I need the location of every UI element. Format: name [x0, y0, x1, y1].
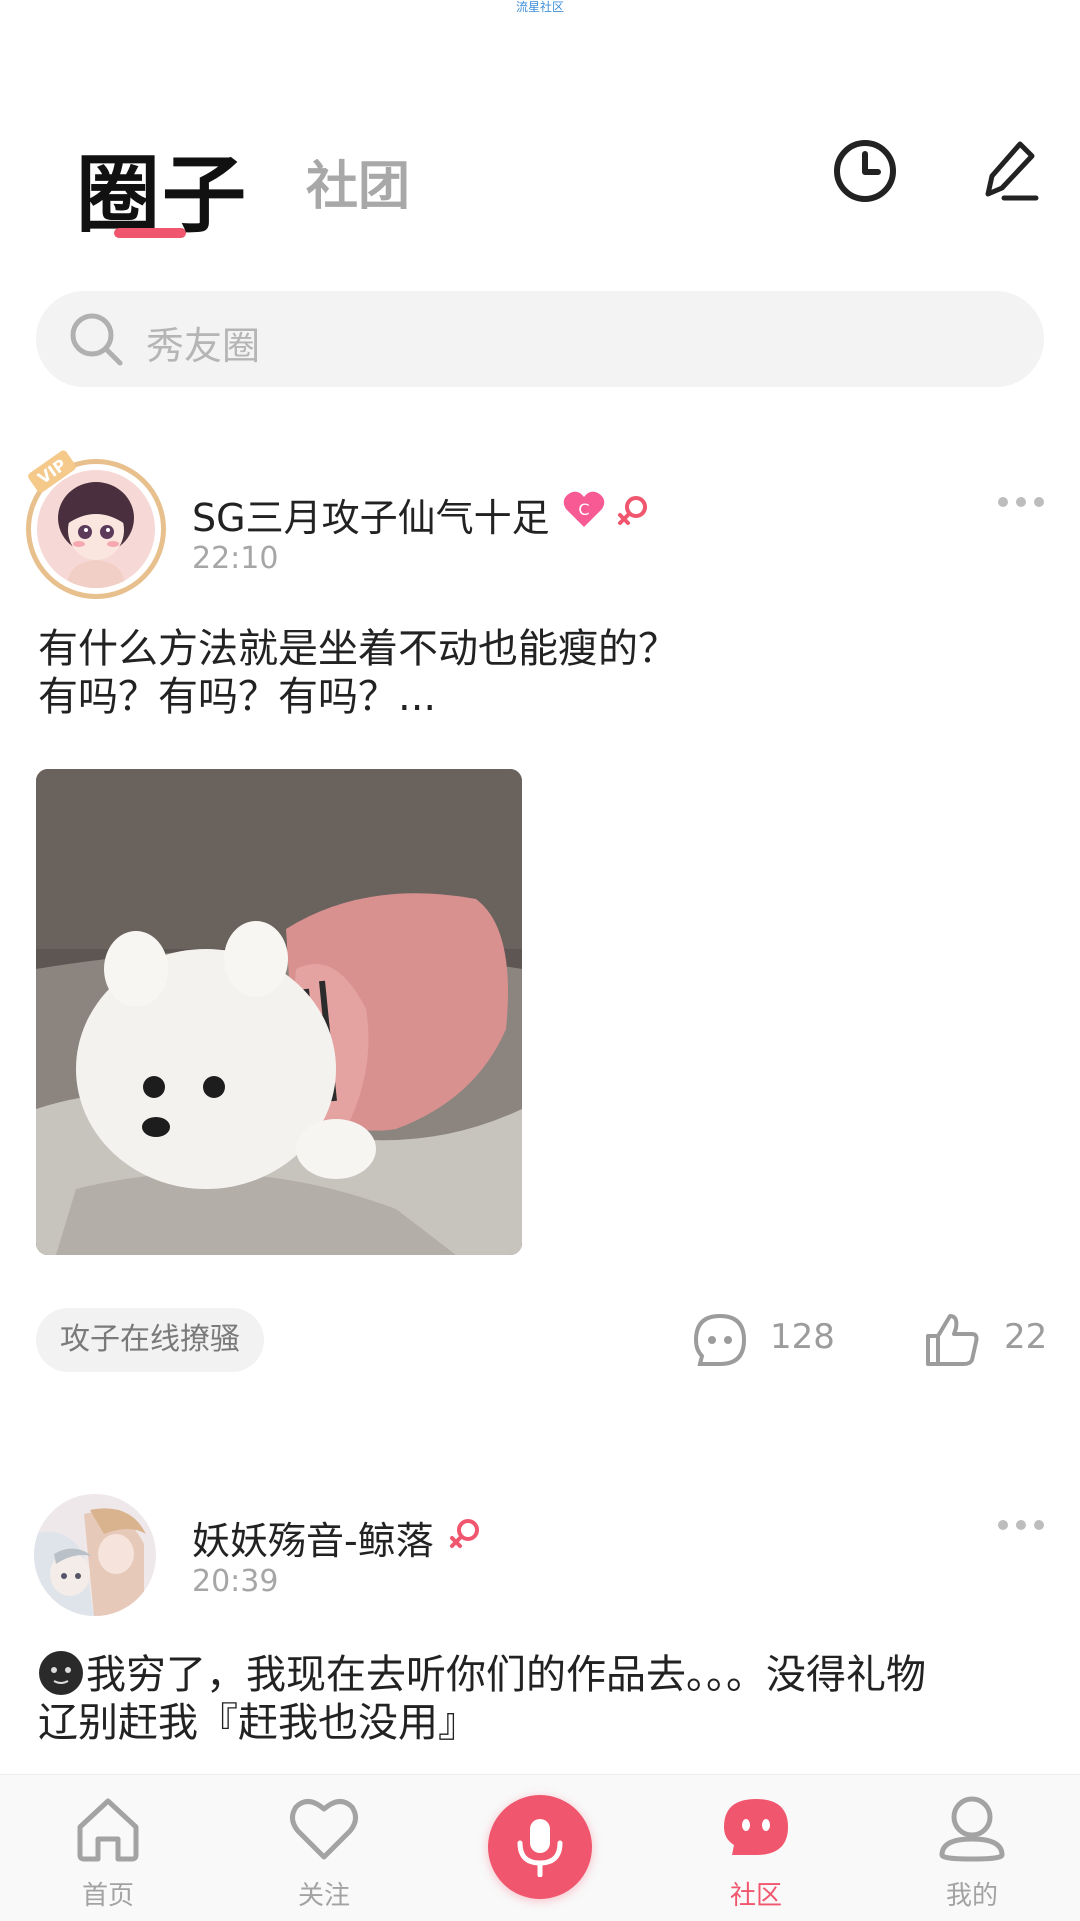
post-card[interactable]: VIP SG三月攻子仙气十足 C 22:10 有什么方法就是坐着不动也能瘦的？ …: [0, 448, 1080, 1385]
avatar[interactable]: [34, 1494, 156, 1616]
post-time: 22:10: [192, 541, 279, 576]
post-time: 20:39: [192, 1564, 279, 1599]
search-icon: [70, 313, 123, 366]
search-input[interactable]: 秀友圈: [146, 315, 260, 370]
avatar[interactable]: VIP: [26, 448, 166, 599]
tab-follow[interactable]: 关注: [244, 1775, 404, 1921]
post-username[interactable]: SG三月攻子仙气十足: [192, 487, 550, 542]
tab-community[interactable]: 社区: [676, 1775, 836, 1921]
like-count: 22: [1004, 1317, 1048, 1357]
more-icon[interactable]: [996, 495, 1046, 509]
post-username[interactable]: 妖妖殇音-鲸落: [192, 1510, 434, 1565]
bottom-tab-bar: 首页 关注 社区 我的: [0, 1774, 1080, 1921]
heart-level-icon: C: [563, 491, 605, 527]
tab-mine[interactable]: 我的: [892, 1775, 1052, 1921]
female-icon: [450, 1519, 479, 1548]
chat-bubble-icon: [724, 1799, 788, 1855]
header: 圈子 社团: [0, 120, 1080, 260]
tab-home[interactable]: 首页: [28, 1775, 188, 1921]
heart-icon: [290, 1799, 358, 1860]
record-button[interactable]: [488, 1795, 592, 1899]
svg-text:C: C: [578, 500, 589, 519]
post-text: 有什么方法就是坐着不动也能瘦的？ 有吗？有吗？有吗？...: [38, 626, 678, 720]
mic-icon: [517, 1819, 563, 1877]
home-icon: [77, 1798, 139, 1862]
tab-active-indicator: [114, 228, 186, 238]
pen-icon[interactable]: [974, 136, 1044, 206]
topic-tag[interactable]: 攻子在线撩骚: [36, 1308, 264, 1372]
female-icon: [618, 496, 647, 525]
post-card[interactable]: 妖妖殇音-鲸落 20:39 我穷了，我现在去听你们的作品去。。。没得礼物 辽别赶…: [0, 1494, 1080, 1774]
app-watermark: 流星社区: [515, 0, 564, 14]
tab-club[interactable]: 社团: [306, 144, 410, 219]
avatar-image: [34, 1494, 156, 1616]
clock-icon[interactable]: [830, 136, 900, 206]
search-bar[interactable]: 秀友圈: [36, 291, 1044, 387]
post-image[interactable]: [36, 769, 522, 1255]
profile-icon: [939, 1796, 1005, 1862]
avatar-image: [37, 470, 155, 588]
comment-icon[interactable]: [692, 1312, 748, 1368]
comment-count: 128: [770, 1317, 835, 1357]
more-icon[interactable]: [996, 1518, 1046, 1532]
like-icon[interactable]: [924, 1312, 980, 1368]
emoji-moon-icon: [39, 1651, 83, 1695]
post-text: 我穷了，我现在去听你们的作品去。。。没得礼物 辽别赶我『赶我也没用』: [38, 1651, 926, 1746]
